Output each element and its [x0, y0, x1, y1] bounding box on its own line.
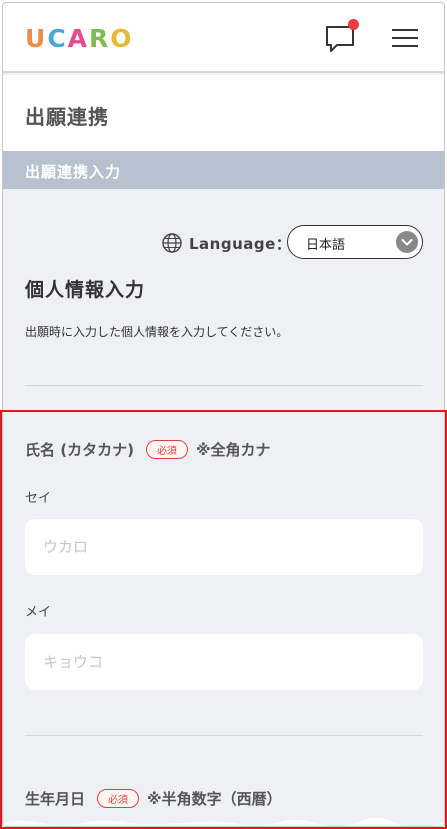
- ucaro-logo[interactable]: UCARO: [25, 24, 151, 55]
- logo-letter: R: [89, 25, 110, 51]
- torn-edge: [3, 818, 444, 826]
- divider: [25, 735, 423, 736]
- language-label: Language：: [189, 234, 292, 253]
- personal-info-title: 個人情報入力: [25, 279, 146, 301]
- section-header-text: 出願連携入力: [25, 163, 122, 181]
- language-row: Language： 日本語: [161, 225, 423, 261]
- notification-dot: [348, 19, 359, 30]
- logo-letter: O: [110, 25, 133, 51]
- required-badge: 必須: [97, 789, 140, 808]
- mei-input[interactable]: [25, 634, 423, 690]
- top-header: UCARO: [3, 3, 444, 73]
- logo-letter: A: [68, 25, 89, 51]
- divider: [25, 385, 423, 386]
- name-field-note: ※全角カナ: [195, 441, 271, 459]
- birth-field-title: 生年月日 必須 ※半角数字（西暦）: [25, 788, 282, 809]
- mei-label: メイ: [25, 605, 52, 620]
- globe-icon: [162, 233, 182, 253]
- birth-field-label: 生年月日: [25, 790, 86, 808]
- name-field-title: 氏名 (カタカナ) 必須 ※全角カナ: [25, 439, 271, 460]
- logo-letter: U: [25, 25, 47, 51]
- language-select[interactable]: 日本語: [287, 225, 423, 259]
- birth-field-note: ※半角数字（西暦）: [147, 790, 282, 808]
- chevron-down-icon: [396, 231, 418, 253]
- sei-input[interactable]: [25, 519, 423, 575]
- sei-label: セイ: [25, 491, 52, 506]
- personal-info-description: 出願時に入力した個人情報を入力してください。: [25, 325, 289, 339]
- page-title: 出願連携: [25, 105, 109, 129]
- language-select-value: 日本語: [306, 238, 346, 253]
- name-field-label: 氏名 (カタカナ): [25, 441, 134, 459]
- svg-text:UCARO: UCARO: [25, 25, 134, 51]
- app-frame: UCARO 出願連携 出願連携入力 Language： 日本語 個人情報入力 出…: [2, 2, 445, 827]
- hamburger-menu-icon[interactable]: [389, 25, 421, 53]
- required-badge: 必須: [145, 440, 188, 459]
- logo-letter: C: [47, 25, 67, 51]
- page-title-bar: 出願連携: [3, 75, 444, 151]
- section-header: 出願連携入力: [3, 151, 444, 189]
